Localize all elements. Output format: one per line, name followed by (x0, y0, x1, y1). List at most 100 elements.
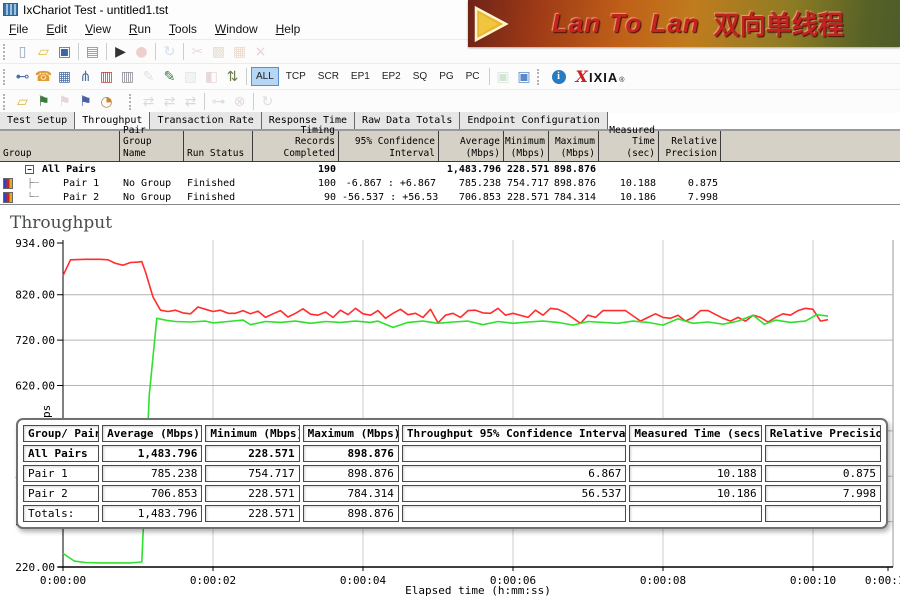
menu-item-view[interactable]: View (76, 20, 120, 38)
menu-item-run[interactable]: Run (120, 20, 160, 38)
run-test-icon[interactable]: ▶ (110, 42, 131, 62)
grid-cell: 90 (253, 192, 339, 203)
summary-value-cell (402, 505, 627, 522)
protocol-filter-all[interactable]: ALL (251, 67, 279, 86)
summary-row: All Pairs1,483.796228.571898.876 (23, 445, 881, 462)
save-test-icon[interactable]: ▣ (54, 42, 75, 62)
summary-value-cell: 784.314 (303, 485, 399, 502)
refresh-pairs-icon: ↻ (257, 92, 278, 112)
grid-cell: 784.314 (549, 192, 599, 203)
sort-pairs-icon[interactable]: ⇅ (222, 67, 243, 87)
protocol-filter-pg[interactable]: PG (434, 67, 458, 86)
open-test-icon[interactable]: ▱ (33, 42, 54, 62)
protocol-filter-pc[interactable]: PC (461, 67, 485, 86)
grid-column-header[interactable]: Minimum (Mbps) (504, 131, 549, 161)
toolbar-run: ▱⚑⚑⚑◔⇄⇄⇄⊶⊗↻ (0, 89, 900, 113)
menu-item-file[interactable]: File (0, 20, 37, 38)
toolbar-separator (204, 93, 205, 110)
grid-column-header[interactable]: Pair Group Name (120, 131, 184, 161)
grid-cell: -56.537 : +56.537 (339, 192, 439, 203)
collapse-toggle-icon[interactable]: − (25, 165, 34, 174)
protocol-filter-ep1[interactable]: EP1 (346, 67, 375, 86)
summary-row-label: Totals: (23, 505, 99, 522)
grid-row-pair[interactable]: ├┄Pair 1No GroupFinished100-6.867 : +6.8… (0, 176, 900, 190)
protocol-filter-tcp[interactable]: TCP (281, 67, 311, 86)
svg-text:220.00: 220.00 (15, 561, 55, 574)
pair-label: Pair 1 (63, 178, 99, 189)
protocol-filter-sq[interactable]: SQ (408, 67, 432, 86)
add-voip-pair-icon[interactable]: ☎ (33, 67, 54, 87)
add-pair-icon[interactable]: ⊷ (12, 67, 33, 87)
grid-cell: 190 (253, 164, 339, 175)
summary-value-cell: 1,483.796 (102, 505, 202, 522)
grid-cell: 785.238 (439, 178, 504, 189)
copy-icon: ▩ (208, 42, 229, 62)
toolbar-grip (129, 94, 135, 110)
svg-text:934.00: 934.00 (15, 237, 55, 250)
add-video-pair-icon[interactable]: ▦ (54, 67, 75, 87)
edit-script-icon[interactable]: ✎ (159, 67, 180, 87)
grid-group-cell: −All Pairs (0, 164, 120, 175)
tab-endpoint-configuration[interactable]: Endpoint Configuration (460, 112, 607, 129)
toolbar-pairs: ⊷☎▦⋔▥▥✎✎▧◧⇅ALLTCPSCREP1EP2SQPGPC▣▣iXIXIA… (0, 63, 900, 89)
grid-header-filler (721, 131, 900, 161)
pair-chart-icon (3, 192, 13, 203)
grid-column-header[interactable]: Average (Mbps) (439, 131, 504, 161)
toolbar-separator (155, 43, 156, 60)
export-results-icon[interactable]: ▣ (514, 67, 535, 87)
edit-pair-disabled-icon: ✎ (138, 67, 159, 87)
grid-column-header[interactable]: Run Status (184, 131, 253, 161)
grid-column-header[interactable]: Maximum (Mbps) (549, 131, 599, 161)
protocol-filter-scr[interactable]: SCR (313, 67, 344, 86)
tab-test-setup[interactable]: Test Setup (0, 112, 75, 129)
schedule-run-icon[interactable]: ⚑ (75, 92, 96, 112)
banner-play-icon (472, 5, 510, 43)
grid-cell: 706.853 (439, 192, 504, 203)
add-video-mgc-icon[interactable]: ▥ (117, 67, 138, 87)
toolbar-separator (489, 68, 490, 85)
swap-endpoints-icon: ◧ (201, 67, 222, 87)
summary-value-cell: 56.537 (402, 485, 627, 502)
grid-column-header[interactable]: Timing Records Completed (253, 131, 339, 161)
ixia-logo-text: IXIA (589, 70, 618, 85)
summary-value-cell: 706.853 (102, 485, 202, 502)
grid-column-header[interactable]: 95% Confidence Interval (339, 131, 439, 161)
print-icon[interactable]: ▤ (82, 42, 103, 62)
tree-connector: └┄ (27, 192, 39, 203)
disable-pair-icon: ⇄ (159, 92, 180, 112)
grid-cell: 898.876 (549, 178, 599, 189)
summary-row: Totals:1,483.796228.571898.876 (23, 505, 881, 522)
add-multicast-group-icon[interactable]: ▥ (96, 67, 117, 87)
results-summary-table[interactable]: Group/ PairAverage (Mbps)Minimum (Mbps)M… (16, 418, 888, 529)
about-ixia-icon[interactable]: i (552, 70, 566, 84)
grid-row-all-pairs[interactable]: −All Pairs1901,483.796228.571898.876 (0, 162, 900, 176)
tab-raw-data-totals[interactable]: Raw Data Totals (355, 112, 460, 129)
svg-text:620.00: 620.00 (15, 379, 55, 392)
menu-item-help[interactable]: Help (267, 20, 310, 38)
verify-endpoints-icon[interactable]: ▱ (12, 92, 33, 112)
grid-cell: 898.876 (549, 164, 599, 175)
run-options-icon[interactable]: ⚑ (33, 92, 54, 112)
finish-run-icon[interactable]: ◔ (96, 92, 117, 112)
results-grid-header: GroupPair Group NameRun StatusTiming Rec… (0, 130, 900, 162)
summary-column-header: Average (Mbps) (102, 425, 202, 442)
summary-column-header: Maximum (Mbps) (303, 425, 399, 442)
grid-column-header[interactable]: Relative Precision (659, 131, 721, 161)
add-hardware-pair-icon[interactable]: ⋔ (75, 67, 96, 87)
banner-text-zh: 双向单线程 (714, 5, 844, 42)
toolbar-separator (106, 43, 107, 60)
grid-column-header[interactable]: Group (0, 131, 120, 161)
toolbar-grip (3, 44, 9, 60)
grid-row-pair[interactable]: └┄Pair 2No GroupFinished90-56.537 : +56.… (0, 190, 900, 204)
grid-column-header[interactable]: Measured Time (sec) (599, 131, 659, 161)
menu-item-window[interactable]: Window (206, 20, 267, 38)
new-test-icon[interactable]: ▯ (12, 42, 33, 62)
enable-pair-icon: ⇄ (138, 92, 159, 112)
summary-column-header: Measured Time (secs) (629, 425, 761, 442)
summary-value-cell: 0.875 (765, 465, 881, 482)
window-title: IxChariot Test - untitled1.tst (23, 3, 168, 17)
menu-item-tools[interactable]: Tools (160, 20, 206, 38)
protocol-filter-ep2[interactable]: EP2 (377, 67, 406, 86)
menu-item-edit[interactable]: Edit (37, 20, 76, 38)
group-label: All Pairs (42, 164, 96, 175)
